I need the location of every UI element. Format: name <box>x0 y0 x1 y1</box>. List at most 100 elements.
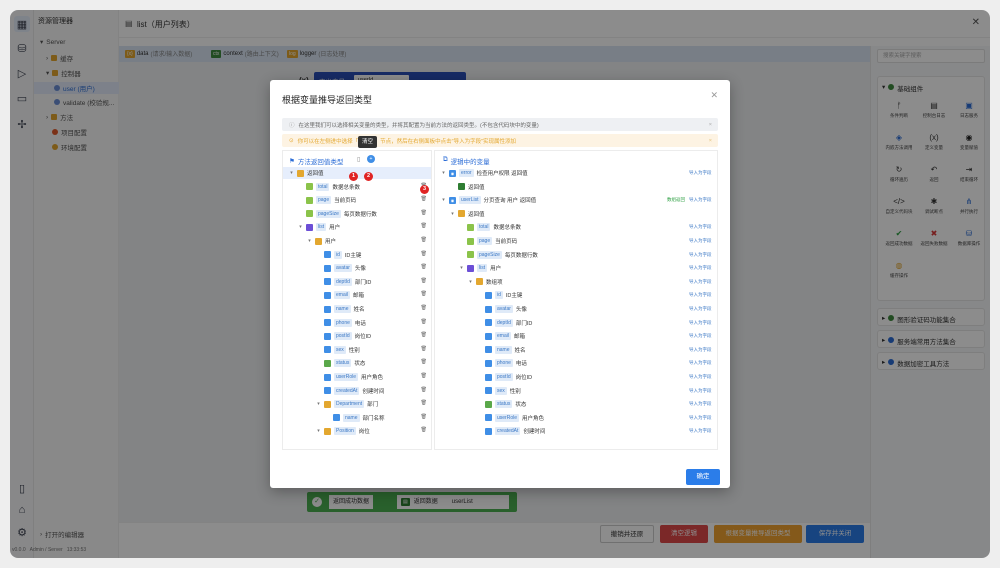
delete-icon[interactable]: 🗑 <box>421 264 427 270</box>
banner-close-icon[interactable]: × <box>709 122 712 128</box>
type-icon <box>324 373 331 381</box>
delete-icon[interactable]: 🗑 <box>421 305 427 311</box>
delete-icon[interactable]: 🗑 <box>421 291 427 297</box>
expand-arrow[interactable]: ▾ <box>459 265 464 271</box>
delete-icon[interactable]: 🗑 <box>421 210 427 216</box>
tree-row[interactable]: pageSize 每页数据行数 <box>298 208 377 220</box>
tree-row[interactable]: phone 电话 <box>477 357 527 369</box>
delete-icon[interactable]: 🗑 <box>421 278 427 284</box>
expand-arrow[interactable]: ▾ <box>441 170 446 176</box>
import-field-link[interactable]: 导入为字段 <box>689 224 712 230</box>
array-return-link[interactable]: 数组返回 <box>667 197 685 203</box>
tree-row[interactable]: ▾ list 用户 <box>298 221 340 233</box>
delete-icon[interactable]: 🗑 <box>421 237 427 243</box>
import-field-link[interactable]: 导入为字段 <box>689 320 712 326</box>
tree-row[interactable]: ▾ ◉ userList 分页查询 用户 返回值 <box>441 194 536 206</box>
tree-row[interactable]: email 邮箱 <box>316 289 364 301</box>
tree-row[interactable]: id ID主键 <box>316 249 361 261</box>
tree-row[interactable]: ▾ 数组项 <box>468 276 503 288</box>
tree-row[interactable]: postId 岗位ID <box>316 330 371 342</box>
delete-icon[interactable]: 🗑 <box>421 319 427 325</box>
expand-arrow[interactable]: ▾ <box>307 238 312 244</box>
import-field-link[interactable]: 导入为字段 <box>689 252 712 258</box>
delete-icon[interactable]: 🗑 <box>421 400 427 406</box>
tree-row[interactable]: avatar 头像 <box>477 303 527 315</box>
tree-row[interactable]: ▾ 用户 <box>307 235 336 247</box>
tree-row[interactable]: ▾ 返回值 <box>450 208 485 220</box>
tree-row[interactable]: 返回值 <box>450 181 485 193</box>
tree-row[interactable]: id ID主键 <box>477 289 522 301</box>
tree-row[interactable]: deptId 部门ID <box>316 276 371 288</box>
tree-row[interactable]: deptId 部门ID <box>477 317 532 329</box>
field-label: 邮箱 <box>352 293 364 300</box>
import-field-link[interactable]: 导入为字段 <box>689 374 712 380</box>
delete-icon[interactable]: 🗑 <box>421 414 427 420</box>
tree-row[interactable]: userRole 用户角色 <box>316 371 383 383</box>
delete-icon[interactable]: 🗑 <box>421 427 427 433</box>
import-field-link[interactable]: 导入为字段 <box>689 279 712 285</box>
import-field-link[interactable]: 导入为字段 <box>689 347 712 353</box>
import-field-link[interactable]: 导入为字段 <box>689 306 712 312</box>
banner-close-icon[interactable]: × <box>709 138 712 144</box>
tree-row[interactable]: sex 性别 <box>316 344 360 356</box>
expand-arrow[interactable]: ▾ <box>441 197 446 203</box>
expand-arrow[interactable]: ▾ <box>450 211 455 217</box>
add-icon[interactable]: + <box>367 155 375 163</box>
clear-icon[interactable]: ▯ <box>357 156 360 163</box>
import-field-link[interactable]: 导入为字段 <box>689 415 712 421</box>
tree-row[interactable]: page 当前页码 <box>298 194 356 206</box>
tree-row[interactable]: avatar 头像 <box>316 262 366 274</box>
tree-row[interactable]: createdAt 创建时间 <box>477 425 545 437</box>
type-icon <box>324 346 331 354</box>
field-key: createdAt <box>334 386 360 395</box>
tree-row[interactable]: ▾ Position 岗位 <box>316 425 370 437</box>
tree-row[interactable]: ▾ Department 部门 <box>316 398 378 410</box>
field-label: 邮箱 <box>513 334 525 341</box>
expand-arrow[interactable]: ▾ <box>316 428 321 434</box>
type-icon <box>467 251 474 259</box>
expand-arrow[interactable]: ▾ <box>289 170 294 176</box>
delete-icon[interactable]: 🗑 <box>421 359 427 365</box>
delete-icon[interactable]: 🗑 <box>421 387 427 393</box>
tree-row[interactable]: total 数据总条数 <box>459 221 521 233</box>
tree-row[interactable]: name 姓名 <box>477 344 526 356</box>
expand-arrow[interactable]: ▾ <box>468 279 473 285</box>
delete-icon[interactable]: 🗑 <box>421 332 427 338</box>
delete-icon[interactable]: 🗑 <box>421 196 427 202</box>
dialog-close-icon[interactable]: ✕ <box>710 90 718 101</box>
tree-row[interactable]: postId 岗位ID <box>477 371 532 383</box>
import-field-link[interactable]: 导入为字段 <box>689 388 712 394</box>
confirm-button[interactable]: 确定 <box>686 469 720 485</box>
tree-row[interactable]: ▾ list 用户 <box>459 262 501 274</box>
delete-icon[interactable]: 🗑 <box>421 346 427 352</box>
expand-arrow[interactable]: ▾ <box>316 401 321 407</box>
delete-icon[interactable]: 🗑 <box>421 251 427 257</box>
import-field-link[interactable]: 导入为字段 <box>689 265 712 271</box>
tree-row[interactable]: userRole 用户角色 <box>477 412 544 424</box>
tree-row[interactable]: name 部门名称 <box>325 412 385 424</box>
import-field-link[interactable]: 导入为字段 <box>689 333 712 339</box>
tree-row[interactable]: name 姓名 <box>316 303 365 315</box>
import-field-link[interactable]: 导入为字段 <box>689 170 712 176</box>
tree-row[interactable]: pageSize 每页数据行数 <box>459 249 538 261</box>
tree-row[interactable]: page 当前页码 <box>459 235 517 247</box>
field-label: 部门 <box>367 402 379 409</box>
tree-row[interactable]: sex 性别 <box>477 385 521 397</box>
tree-row[interactable]: email 邮箱 <box>477 330 525 342</box>
import-field-link[interactable]: 导入为字段 <box>689 360 712 366</box>
delete-icon[interactable]: 🗑 <box>421 373 427 379</box>
tree-row[interactable]: phone 电话 <box>316 317 366 329</box>
tree-row[interactable]: status 状态 <box>477 398 526 410</box>
import-field-link[interactable]: 导入为字段 <box>689 428 712 434</box>
import-field-link[interactable]: 导入为字段 <box>689 238 712 244</box>
import-field-link[interactable]: 导入为字段 <box>689 292 712 298</box>
tree-row[interactable]: ▾ ◉ error 检查用户权限 返回值 <box>441 167 528 179</box>
delete-icon[interactable]: 🗑 <box>421 223 427 229</box>
import-field-link[interactable]: 导入为字段 <box>689 197 712 203</box>
step-badge: 2 <box>364 172 373 181</box>
tree-row[interactable]: total 数据总条数 <box>298 181 360 193</box>
import-field-link[interactable]: 导入为字段 <box>689 401 712 407</box>
tree-row[interactable]: createdAt 创建时间 <box>316 385 384 397</box>
tree-row[interactable]: status 状态 <box>316 357 365 369</box>
expand-arrow[interactable]: ▾ <box>298 224 303 230</box>
